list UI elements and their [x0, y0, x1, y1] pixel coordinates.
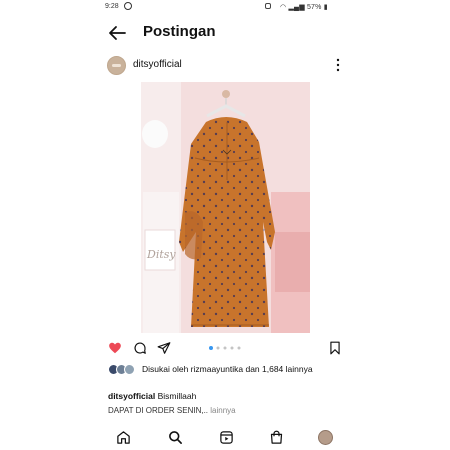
status-right: ◠ ▂▄▆ 57% ▮	[280, 3, 328, 11]
page-title: Postingan	[143, 23, 216, 40]
shop-icon[interactable]	[269, 430, 284, 445]
dress-photo	[141, 82, 310, 333]
carousel-dot	[216, 346, 220, 350]
watermark: Ditsy	[147, 248, 176, 261]
battery-icon: ▮	[323, 4, 328, 11]
arrow-left-icon[interactable]	[107, 24, 127, 42]
carousel-dot	[230, 346, 234, 350]
reels-icon[interactable]	[219, 430, 234, 445]
search-icon[interactable]	[168, 430, 183, 445]
battery-level: 57%	[306, 4, 322, 11]
heart-icon[interactable]	[108, 341, 122, 355]
avatar[interactable]	[107, 56, 126, 75]
caption: ditsyofficial Bismillaah	[108, 391, 196, 401]
likes-text[interactable]: Disukai oleh rizmaayuntika dan 1,684 lai…	[142, 363, 342, 375]
caption-continuation: DAPAT DI ORDER SENIN,..	[108, 406, 209, 415]
wifi-icon: ◠	[280, 4, 287, 11]
carousel-indicator	[209, 346, 241, 350]
bookmark-icon[interactable]	[329, 341, 341, 355]
liker-avatar	[124, 364, 135, 375]
status-bar: 9:28 ◠ ▂▄▆ 57% ▮	[0, 0, 450, 14]
caption-more-link[interactable]: lainnya	[210, 406, 235, 415]
signal-icon: ▂▄▆	[288, 4, 305, 11]
carousel-dot	[237, 346, 241, 350]
send-icon[interactable]	[157, 341, 171, 355]
caption-line2: DAPAT DI ORDER SENIN,.. lainnya	[108, 406, 236, 415]
more-vertical-icon[interactable]	[333, 58, 343, 72]
comment-icon[interactable]	[133, 341, 147, 355]
carousel-dot	[223, 346, 227, 350]
carousel-dot-active	[209, 346, 213, 350]
caption-text: Bismillaah	[157, 391, 197, 401]
liker-avatars[interactable]	[108, 364, 138, 376]
status-time: 9:28	[105, 3, 119, 10]
caption-username[interactable]: ditsyofficial	[108, 391, 155, 401]
post-image[interactable]: Ditsy	[141, 82, 310, 333]
post-username[interactable]: ditsyofficial	[133, 59, 182, 70]
profile-avatar[interactable]	[318, 430, 333, 445]
home-icon[interactable]	[116, 430, 131, 445]
notification-icon	[265, 3, 271, 9]
whatsapp-icon	[124, 2, 132, 10]
